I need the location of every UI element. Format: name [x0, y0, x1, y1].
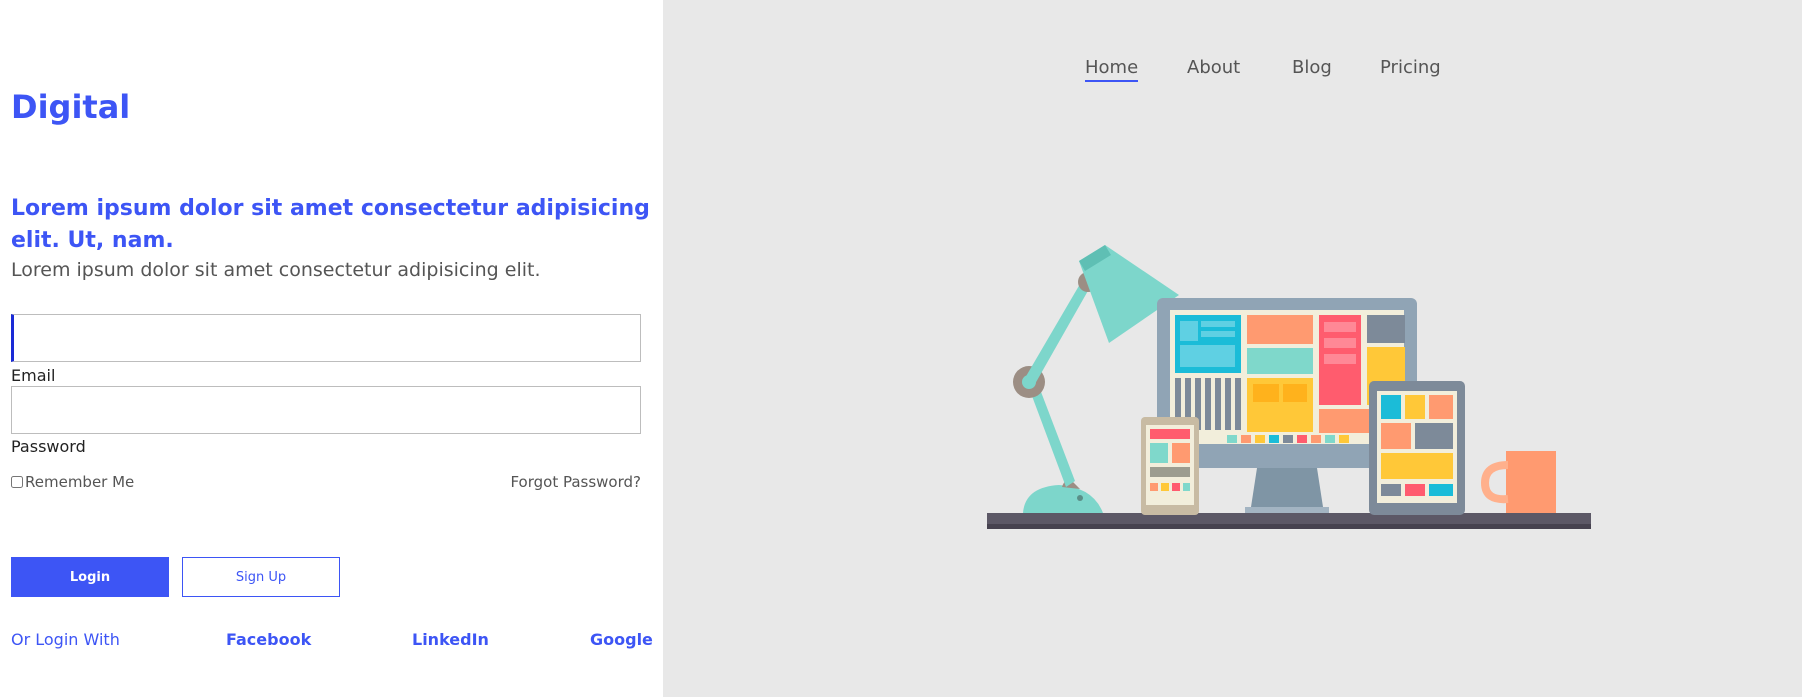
nav-pricing[interactable]: Pricing: [1380, 57, 1441, 79]
workspace-illustration: [987, 245, 1591, 529]
signup-button[interactable]: Sign Up: [182, 557, 340, 597]
password-input[interactable]: [11, 386, 641, 434]
phone-icon: [1141, 417, 1199, 515]
login-button[interactable]: Login: [11, 557, 169, 597]
login-panel: Digital Lorem ipsum dolor sit amet conse…: [0, 0, 663, 697]
desk-icon: [987, 513, 1591, 529]
hero-headline: Lorem ipsum dolor sit amet consectetur a…: [11, 196, 650, 253]
google-link[interactable]: Google: [590, 630, 653, 650]
hero-subtext: Lorem ipsum dolor sit amet consectetur a…: [11, 259, 541, 281]
forgot-password-link[interactable]: Forgot Password?: [510, 473, 641, 491]
facebook-link[interactable]: Facebook: [226, 630, 311, 650]
linkedin-link[interactable]: LinkedIn: [412, 630, 489, 650]
hero-panel: Home About Blog Pricing: [663, 0, 1802, 697]
email-label: Email: [11, 366, 56, 385]
mug-icon: [1480, 451, 1556, 513]
tablet-icon: [1369, 381, 1465, 515]
nav-about[interactable]: About: [1187, 57, 1240, 79]
nav-blog[interactable]: Blog: [1292, 57, 1332, 79]
remember-me-checkbox[interactable]: [11, 476, 23, 488]
password-label: Password: [11, 437, 86, 456]
nav-home[interactable]: Home: [1085, 57, 1139, 82]
brand-logo: Digital: [11, 88, 131, 126]
main-nav: Home About Blog Pricing: [663, 57, 1802, 87]
remember-me[interactable]: Remember Me: [11, 473, 134, 491]
remember-me-label: Remember Me: [25, 473, 135, 491]
or-login-with-label: Or Login With: [11, 630, 120, 649]
email-input[interactable]: [11, 314, 641, 362]
